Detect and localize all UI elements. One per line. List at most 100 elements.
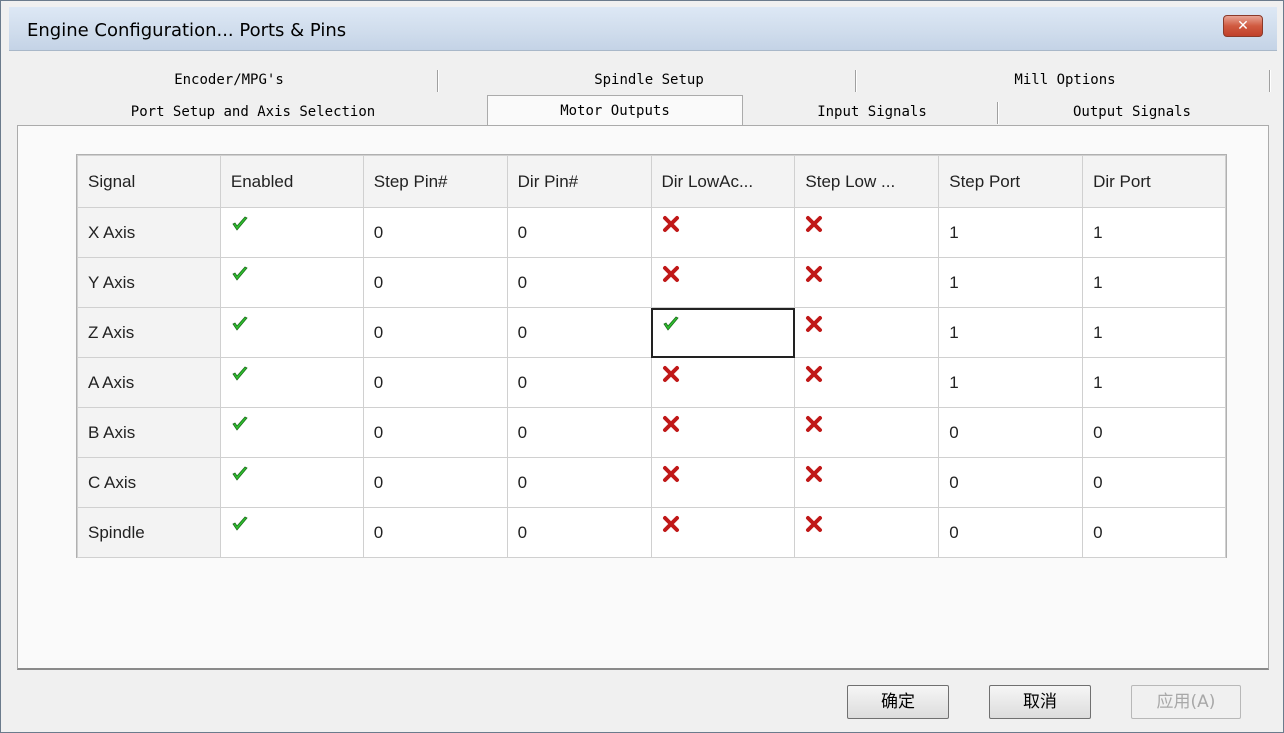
motor-outputs-table: Signal Enabled Step Pin# Dir Pin# Dir Lo… [77,155,1226,558]
grid-cell-dir-pin[interactable]: 0 [506,257,652,308]
row-header-signal[interactable]: B Axis [77,407,221,458]
apply-button[interactable]: 应用(A) [1131,685,1241,719]
grid-cell-step-pin[interactable]: 0 [362,257,508,308]
cancel-button[interactable]: 取消 [989,685,1091,719]
tab-label: Motor Outputs [560,103,670,119]
tab-label: Spindle Setup [594,72,704,88]
grid-cell-enabled[interactable] [219,407,364,458]
col-header-signal[interactable]: Signal [77,155,221,208]
row-header-signal[interactable]: C Axis [77,457,221,508]
grid-cell-dir-pin[interactable]: 0 [506,407,652,458]
tab-label: Input Signals [817,104,927,120]
grid-cell-step-low[interactable] [794,357,940,408]
table-row: A Axis 0 0 1 1 [77,357,1226,408]
grid-cell-dir-pin[interactable]: 0 [506,357,652,408]
tab-input-signals[interactable]: Input Signals [745,99,999,125]
red-cross-icon [662,415,679,432]
grid-cell-enabled[interactable] [219,257,364,308]
col-header-step-pin[interactable]: Step Pin# [362,155,508,208]
col-header-enabled[interactable]: Enabled [219,155,364,208]
grid-cell-step-low[interactable] [794,307,940,358]
title-bar[interactable]: Engine Configuration... Ports & Pins ✕ [9,7,1277,51]
row-header-signal[interactable]: A Axis [77,357,221,408]
grid-cell-step-port[interactable]: 0 [938,457,1084,508]
tab-output-signals[interactable]: Output Signals [1001,99,1263,125]
table-row: Y Axis 0 0 1 1 [77,257,1226,308]
grid-cell-step-port[interactable]: 1 [938,307,1084,358]
grid-cell-enabled[interactable] [219,307,364,358]
grid-cell-dir-pin[interactable]: 0 [506,207,652,258]
grid-cell-step-pin[interactable]: 0 [362,307,508,358]
red-cross-icon [662,465,679,482]
grid-cell-dir-port[interactable]: 0 [1082,457,1226,508]
grid-cell-step-port[interactable]: 1 [938,257,1084,308]
red-cross-icon [662,365,679,382]
grid-cell-step-low[interactable] [794,457,940,508]
grid-cell-dir-low[interactable] [650,207,796,258]
grid-cell-enabled[interactable] [219,207,364,258]
col-header-step-port[interactable]: Step Port [938,155,1084,208]
grid-cell-enabled[interactable] [219,507,364,558]
green-check-icon [232,466,248,481]
col-header-dir-low-active[interactable]: Dir LowAc... [650,155,796,208]
grid-cell-dir-low[interactable] [650,357,796,408]
grid-cell-dir-port[interactable]: 1 [1082,257,1226,308]
row-header-signal[interactable]: Y Axis [77,257,221,308]
tab-mill-options[interactable]: Mill Options [859,67,1271,93]
red-cross-icon [806,365,823,382]
table-row: B Axis 0 0 0 0 [77,407,1226,458]
tab-encoder-mpgs[interactable]: Encoder/MPG's [19,67,439,93]
grid-cell-step-pin[interactable]: 0 [362,207,508,258]
table-row: Spindle 0 0 0 0 [77,507,1226,558]
close-button[interactable]: ✕ [1223,15,1263,37]
motor-outputs-grid: Signal Enabled Step Pin# Dir Pin# Dir Lo… [76,154,1227,558]
grid-cell-step-port[interactable]: 1 [938,357,1084,408]
ok-button[interactable]: 确定 [847,685,949,719]
grid-cell-step-pin[interactable]: 0 [362,507,508,558]
grid-cell-dir-low[interactable] [650,257,796,308]
row-header-signal[interactable]: Spindle [77,507,221,558]
grid-cell-dir-low[interactable] [650,507,796,558]
grid-cell-dir-low[interactable] [650,457,796,508]
grid-cell-step-port[interactable]: 0 [938,507,1084,558]
grid-cell-step-port[interactable]: 0 [938,407,1084,458]
grid-cell-dir-pin[interactable]: 0 [506,507,652,558]
green-check-icon [232,266,248,281]
grid-cell-step-low[interactable] [794,507,940,558]
col-header-step-low-active[interactable]: Step Low ... [794,155,940,208]
green-check-icon [232,216,248,231]
grid-cell-dir-pin[interactable]: 0 [506,457,652,508]
grid-cell-dir-low[interactable] [650,407,796,458]
grid-cell-step-port[interactable]: 1 [938,207,1084,258]
tab-label: Port Setup and Axis Selection [130,104,376,120]
grid-cell-step-low[interactable] [794,407,940,458]
motor-outputs-panel: Signal Enabled Step Pin# Dir Pin# Dir Lo… [17,125,1269,670]
col-header-dir-pin[interactable]: Dir Pin# [506,155,652,208]
grid-cell-enabled[interactable] [219,357,364,408]
grid-cell-dir-port[interactable]: 0 [1082,407,1226,458]
grid-cell-dir-pin[interactable]: 0 [506,307,652,358]
tab-label: Mill Options [1014,72,1116,88]
grid-cell-dir-port[interactable]: 1 [1082,307,1226,358]
grid-cell-step-low[interactable] [794,257,940,308]
col-header-dir-port[interactable]: Dir Port [1082,155,1226,208]
row-header-signal[interactable]: Z Axis [77,307,221,358]
tab-motor-outputs[interactable]: Motor Outputs [487,95,743,127]
tab-label: Output Signals [1072,104,1191,120]
close-icon: ✕ [1237,18,1249,34]
grid-cell-step-pin[interactable]: 0 [362,407,508,458]
tab-port-setup[interactable]: Port Setup and Axis Selection [19,99,487,125]
window-title: Engine Configuration... Ports & Pins [27,20,347,41]
red-cross-icon [662,515,679,532]
grid-cell-step-pin[interactable]: 0 [362,357,508,408]
tab-spindle-setup[interactable]: Spindle Setup [441,67,857,93]
red-cross-icon [806,215,823,232]
grid-cell-dir-port[interactable]: 1 [1082,207,1226,258]
grid-cell-dir-low[interactable] [650,307,796,358]
grid-cell-enabled[interactable] [219,457,364,508]
row-header-signal[interactable]: X Axis [77,207,221,258]
grid-cell-step-pin[interactable]: 0 [362,457,508,508]
grid-cell-dir-port[interactable]: 0 [1082,507,1226,558]
grid-cell-step-low[interactable] [794,207,940,258]
grid-cell-dir-port[interactable]: 1 [1082,357,1226,408]
